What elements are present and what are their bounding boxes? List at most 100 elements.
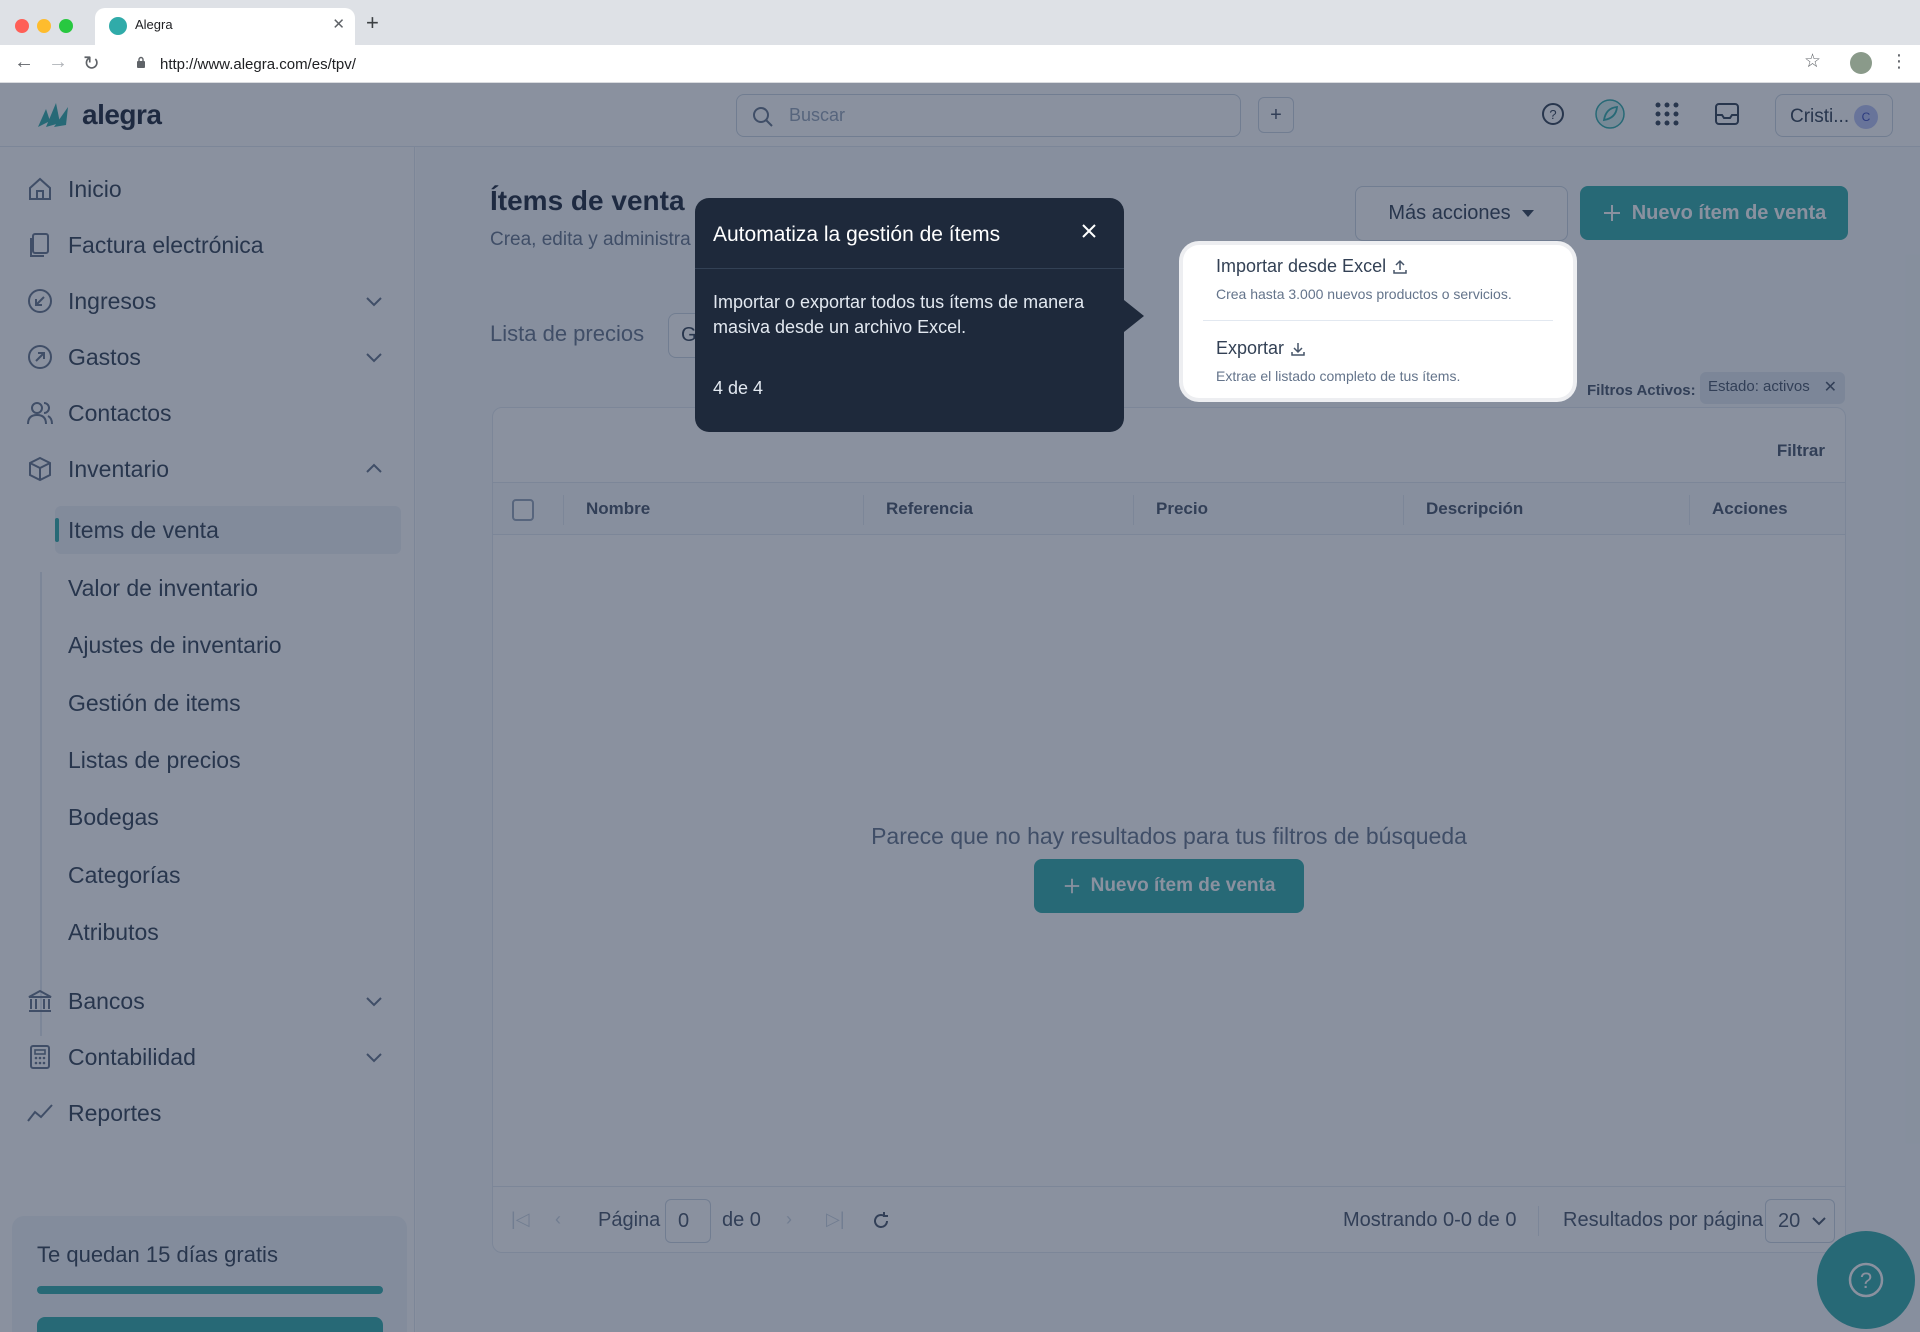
sidebar-subitem-listas-precios[interactable]: Listas de precios bbox=[55, 736, 401, 784]
maximize-window-button[interactable] bbox=[59, 19, 73, 33]
sidebar-item-inicio[interactable]: Inicio bbox=[26, 169, 396, 209]
status-filter-chip[interactable]: Estado: activos ✕ bbox=[1700, 372, 1845, 404]
filter-chip-label: Estado: activos bbox=[1708, 378, 1810, 395]
remove-filter-icon[interactable]: ✕ bbox=[1824, 377, 1837, 397]
logo-text: alegra bbox=[82, 99, 162, 130]
box-icon bbox=[29, 456, 51, 482]
sidebar-subitem-items-de-venta[interactable]: Items de venta bbox=[55, 506, 401, 554]
help-circle-icon[interactable]: ? bbox=[1540, 101, 1566, 127]
column-header-precio[interactable]: Precio bbox=[1156, 499, 1208, 519]
profile-avatar[interactable] bbox=[1850, 52, 1872, 74]
sidebar-subitem-label: Atributos bbox=[68, 918, 159, 945]
quick-add-button[interactable]: + bbox=[1258, 97, 1294, 133]
sidebar-item-contabilidad[interactable]: Contabilidad bbox=[26, 1037, 396, 1077]
last-page-icon[interactable]: ▷| bbox=[826, 1209, 845, 1230]
document-icon bbox=[30, 233, 49, 257]
choose-plan-button[interactable]: Elegir plan bbox=[37, 1317, 383, 1332]
empty-state-message: Parece que no hay resultados para tus fi… bbox=[871, 823, 1467, 849]
sidebar-subitem-atributos[interactable]: Atributos bbox=[55, 908, 401, 956]
sidebar-item-label: Reportes bbox=[68, 1099, 162, 1126]
sidebar-item-label: Gastos bbox=[68, 343, 141, 370]
alegra-favicon-icon bbox=[109, 17, 127, 35]
user-avatar: C bbox=[1854, 105, 1878, 129]
close-window-button[interactable] bbox=[15, 19, 29, 33]
page-title: Ítems de venta bbox=[490, 185, 685, 216]
column-header-descripcion[interactable]: Descripción bbox=[1426, 499, 1523, 519]
address-bar: ← → ↻ http://www.alegra.com/es/tpv/ ☆ ⋮ bbox=[0, 45, 1920, 83]
import-excel-label: Importar desde Excel bbox=[1216, 256, 1387, 276]
sidebar-item-contactos[interactable]: Contactos bbox=[26, 393, 396, 433]
sidebar-subitem-label: Valor de inventario bbox=[68, 574, 259, 601]
sidebar-subitem-categorias[interactable]: Categorías bbox=[55, 851, 401, 899]
help-chat-button[interactable]: ? bbox=[1817, 1231, 1915, 1329]
column-divider bbox=[563, 495, 564, 525]
help-circle-icon: ? bbox=[1848, 1262, 1884, 1298]
more-actions-button[interactable]: Más acciones bbox=[1355, 186, 1568, 241]
sidebar-subitem-ajustes-inventario[interactable]: Ajustes de inventario bbox=[55, 621, 401, 669]
sidebar-subitem-bodegas[interactable]: Bodegas bbox=[55, 793, 401, 841]
page-input[interactable]: 0 bbox=[665, 1199, 711, 1243]
user-menu-button[interactable]: Cristi... C bbox=[1775, 94, 1893, 137]
per-page-select[interactable]: 20 bbox=[1765, 1199, 1835, 1243]
sidebar-subitem-label: Listas de precios bbox=[68, 746, 241, 773]
empty-new-item-button[interactable]: Nuevo ítem de venta bbox=[1034, 859, 1304, 913]
browser-tab[interactable]: Alegra ✕ bbox=[95, 8, 355, 45]
bookmark-star-icon[interactable]: ☆ bbox=[1804, 50, 1821, 73]
filter-button[interactable]: Filtrar bbox=[1777, 441, 1825, 461]
sidebar-item-factura[interactable]: Factura electrónica bbox=[26, 225, 396, 265]
sidebar-subitem-label: Bodegas bbox=[68, 803, 159, 830]
sidebar-item-label: Contactos bbox=[68, 399, 172, 426]
browser-menu-icon[interactable]: ⋮ bbox=[1890, 51, 1908, 72]
url-text: http://www.alegra.com/es/tpv/ bbox=[160, 56, 356, 73]
apps-grid-icon[interactable] bbox=[1654, 101, 1680, 127]
url-field[interactable]: http://www.alegra.com/es/tpv/ bbox=[126, 49, 1816, 79]
search-box[interactable] bbox=[736, 94, 1241, 137]
sidebar-item-reportes[interactable]: Reportes bbox=[26, 1093, 396, 1133]
sidebar-item-bancos[interactable]: Bancos bbox=[26, 981, 396, 1021]
minimize-window-button[interactable] bbox=[37, 19, 51, 33]
import-excel-option[interactable]: Importar desde Excel bbox=[1216, 256, 1408, 277]
forward-arrow-icon[interactable]: → bbox=[48, 51, 68, 74]
sidebar-item-gastos[interactable]: Gastos bbox=[26, 337, 396, 377]
column-header-referencia[interactable]: Referencia bbox=[886, 499, 973, 519]
column-divider bbox=[863, 495, 864, 525]
sidebar-subitem-valor-inventario[interactable]: Valor de inventario bbox=[55, 564, 401, 612]
column-divider bbox=[1403, 495, 1404, 525]
tab-close-icon[interactable]: ✕ bbox=[332, 15, 345, 33]
browser-tabbar: Alegra ✕ + bbox=[0, 0, 1920, 45]
back-arrow-icon[interactable]: ← bbox=[14, 51, 34, 74]
select-all-checkbox[interactable] bbox=[512, 499, 534, 521]
sidebar-item-inventario[interactable]: Inventario bbox=[26, 449, 396, 489]
new-tab-button[interactable]: + bbox=[366, 10, 379, 36]
search-input[interactable] bbox=[789, 105, 1209, 126]
chevron-down-icon bbox=[366, 997, 382, 1007]
column-header-nombre[interactable]: Nombre bbox=[586, 499, 650, 519]
export-description: Extrae el listado completo de tus ítems. bbox=[1216, 368, 1461, 384]
reload-icon[interactable]: ↻ bbox=[83, 51, 100, 76]
showing-range: Mostrando 0-0 de 0 bbox=[1343, 1209, 1517, 1231]
close-icon[interactable] bbox=[1080, 222, 1098, 240]
chevron-down-icon bbox=[366, 1053, 382, 1063]
subnav-divider bbox=[40, 572, 42, 1036]
first-page-icon[interactable]: |◁ bbox=[511, 1209, 530, 1230]
users-icon bbox=[27, 402, 53, 425]
trial-progress-fill bbox=[37, 1286, 383, 1294]
next-page-icon[interactable]: › bbox=[786, 1209, 792, 1230]
export-option[interactable]: Exportar bbox=[1216, 338, 1306, 359]
sidebar-item-label: Inicio bbox=[68, 175, 122, 202]
trial-text: Te quedan 15 días gratis bbox=[37, 1242, 278, 1267]
sidebar-subitem-gestion-items[interactable]: Gestión de items bbox=[55, 679, 401, 727]
sidebar-item-ingresos[interactable]: Ingresos bbox=[26, 281, 396, 321]
refresh-icon[interactable] bbox=[871, 1211, 891, 1231]
alegra-logo[interactable]: alegra bbox=[36, 99, 162, 131]
new-item-button[interactable]: Nuevo ítem de venta bbox=[1580, 186, 1848, 240]
new-item-label: Nuevo ítem de venta bbox=[1631, 201, 1827, 224]
prev-page-icon[interactable]: ‹ bbox=[555, 1209, 561, 1230]
pager-divider bbox=[1538, 1206, 1539, 1236]
leaf-badge-icon[interactable] bbox=[1594, 98, 1626, 130]
inbox-icon[interactable] bbox=[1714, 101, 1740, 127]
sidebar-subitem-label: Categorías bbox=[68, 861, 181, 888]
per-page-value: 20 bbox=[1778, 1210, 1801, 1232]
sidebar-item-label: Factura electrónica bbox=[68, 231, 264, 258]
tab-title: Alegra bbox=[135, 17, 173, 32]
